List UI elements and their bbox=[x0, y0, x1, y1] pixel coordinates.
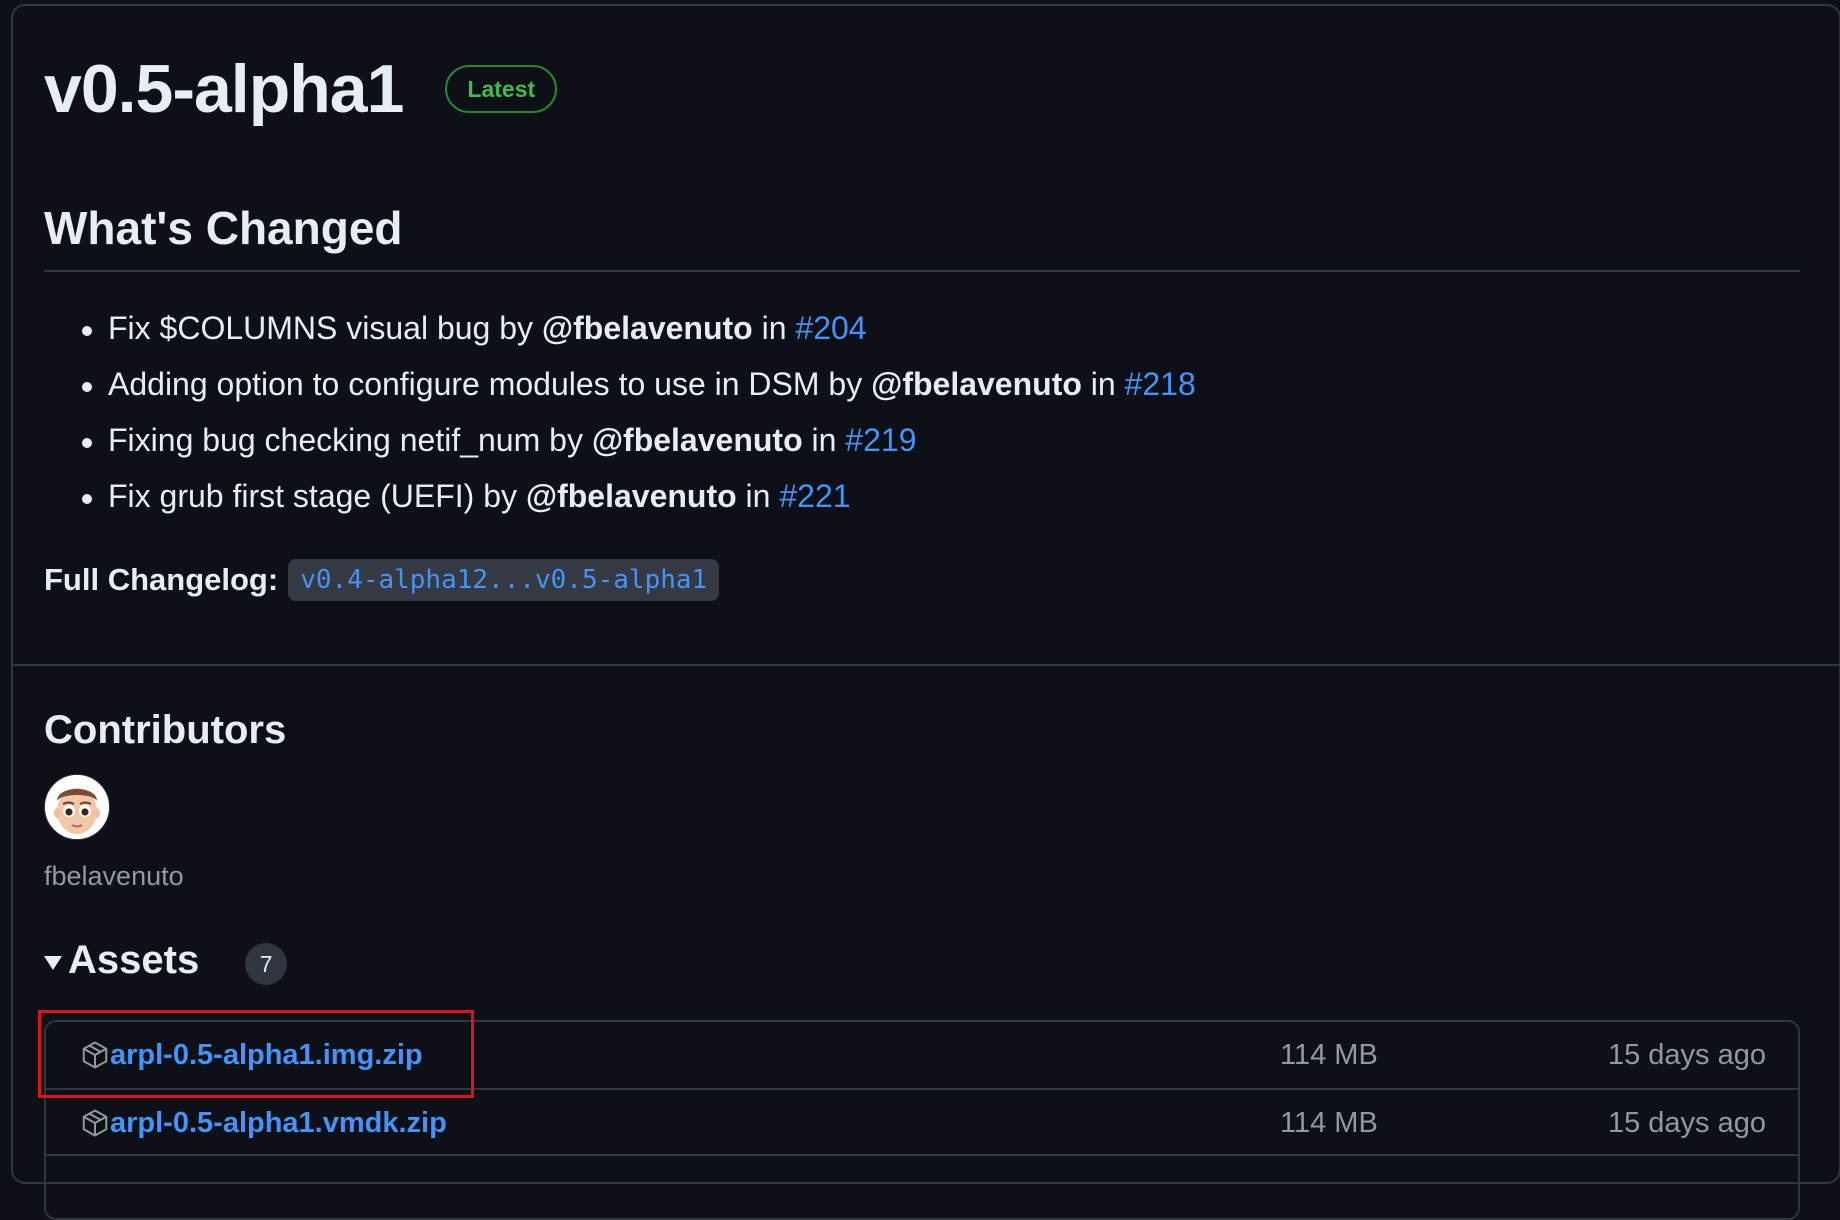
whats-changed-heading: What's Changed bbox=[44, 202, 403, 254]
asset-size: 114 MB bbox=[1280, 1039, 1378, 1071]
avatar-face-icon bbox=[45, 775, 109, 839]
change-text: Fix grub first stage (UEFI) by bbox=[108, 478, 526, 514]
full-changelog: Full Changelog: v0.4-alpha12...v0.5-alph… bbox=[44, 556, 720, 604]
asset-date: 15 days ago bbox=[1607, 1039, 1766, 1071]
avatar[interactable] bbox=[44, 774, 110, 840]
author-mention-link[interactable]: @fbelavenuto bbox=[526, 478, 737, 514]
assets-toggle[interactable]: Assets 7 bbox=[44, 934, 288, 986]
asset-download-link[interactable]: arpl-0.5-alpha1.img.zip bbox=[110, 1036, 423, 1074]
bullet-icon bbox=[82, 382, 92, 392]
change-text: Fix $COLUMNS visual bug by bbox=[108, 310, 542, 346]
bullet-icon bbox=[82, 438, 92, 448]
pr-link[interactable]: #218 bbox=[1125, 366, 1196, 402]
author-mention-link[interactable]: @fbelavenuto bbox=[871, 366, 1082, 402]
in-text: in bbox=[736, 478, 780, 514]
asset-row: arpl-0.5-alpha1.img.zip 114 MB 15 days a… bbox=[46, 1022, 1798, 1088]
release-header: v0.5-alpha1 Latest bbox=[44, 48, 558, 130]
contributors-heading: Contributors bbox=[44, 708, 287, 752]
assets-list: arpl-0.5-alpha1.img.zip 114 MB 15 days a… bbox=[44, 1020, 1800, 1220]
asset-size: 114 MB bbox=[1280, 1107, 1378, 1139]
list-item: Fix grub first stage (UEFI) by @fbelaven… bbox=[44, 468, 1196, 524]
list-item: Fixing bug checking netif_num by @fbelav… bbox=[44, 412, 1196, 468]
release-title[interactable]: v0.5-alpha1 bbox=[44, 48, 404, 130]
in-text: in bbox=[1081, 366, 1125, 402]
assets-count-badge: 7 bbox=[245, 943, 288, 985]
author-mention-link[interactable]: @fbelavenuto bbox=[542, 310, 753, 346]
divider bbox=[11, 664, 1840, 666]
change-text: Fixing bug checking netif_num by bbox=[108, 422, 592, 458]
bullet-icon bbox=[82, 326, 92, 336]
author-mention-link[interactable]: @fbelavenuto bbox=[592, 422, 803, 458]
package-icon bbox=[82, 1109, 108, 1137]
asset-row: arpl-0.5-alpha1.vmdk.zip 114 MB 15 days … bbox=[46, 1088, 1798, 1154]
pr-link[interactable]: #204 bbox=[795, 310, 866, 346]
package-icon bbox=[82, 1041, 108, 1069]
asset-date: 15 days ago bbox=[1607, 1107, 1766, 1139]
asset-download-link[interactable]: arpl-0.5-alpha1.vmdk.zip bbox=[110, 1104, 447, 1142]
change-list: Fix $COLUMNS visual bug by @fbelavenuto … bbox=[44, 300, 1196, 524]
divider bbox=[44, 270, 1800, 272]
in-text: in bbox=[752, 310, 796, 346]
pr-link[interactable]: #221 bbox=[779, 478, 850, 514]
changelog-compare-link[interactable]: v0.4-alpha12...v0.5-alpha1 bbox=[288, 559, 720, 601]
contributor-name[interactable]: fbelavenuto bbox=[44, 858, 184, 894]
list-item: Fix $COLUMNS visual bug by @fbelavenuto … bbox=[44, 300, 1196, 356]
bullet-icon bbox=[82, 494, 92, 504]
full-changelog-label: Full Changelog: bbox=[44, 562, 279, 597]
triangle-down-icon bbox=[44, 956, 62, 970]
latest-badge: Latest bbox=[445, 65, 558, 113]
asset-row bbox=[46, 1154, 1798, 1220]
change-text: Adding option to configure modules to us… bbox=[108, 366, 872, 402]
in-text: in bbox=[802, 422, 846, 458]
pr-link[interactable]: #219 bbox=[845, 422, 916, 458]
list-item: Adding option to configure modules to us… bbox=[44, 356, 1196, 412]
assets-heading: Assets bbox=[68, 938, 200, 982]
